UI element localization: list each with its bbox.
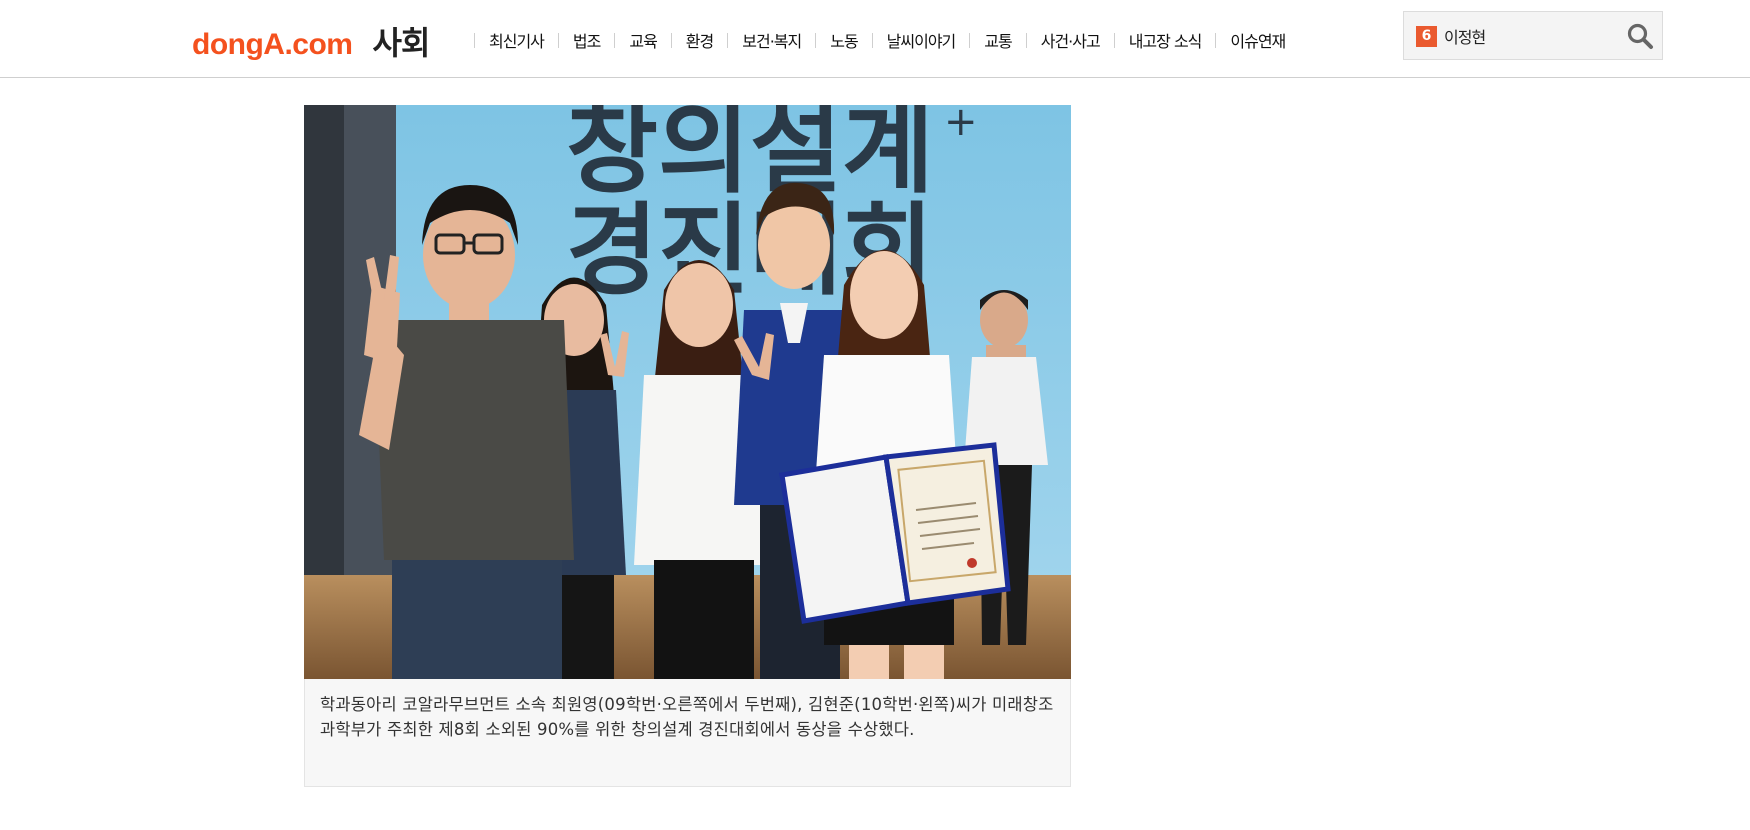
nav-link-issue-series[interactable]: 이슈연재 <box>1230 28 1286 52</box>
logo-brand-text: dongA.com <box>192 28 353 61</box>
search-button[interactable] <box>1626 22 1654 50</box>
nav-link-health-welfare[interactable]: 보건·복지 <box>742 28 802 52</box>
svg-text:+: + <box>944 105 978 145</box>
nav-link-incidents[interactable]: 사건·사고 <box>1041 28 1101 52</box>
nav-divider <box>969 32 971 48</box>
nav-divider <box>670 32 672 48</box>
nav-item-incidents: 사건·사고 <box>1012 28 1101 52</box>
section-title: 사회 <box>372 24 431 62</box>
nav-divider <box>1025 32 1027 48</box>
nav-link-weather[interactable]: 날씨이야기 <box>887 28 957 52</box>
nav-item-latest: 최신기사 <box>460 28 545 52</box>
nav-divider <box>557 32 559 48</box>
nav-link-local-news[interactable]: 내고장 소식 <box>1129 28 1203 52</box>
nav-link-traffic[interactable]: 교통 <box>984 28 1012 52</box>
article-photo: 창의설계 경진대회 + <box>304 105 1071 679</box>
nav-item-issue-series: 이슈연재 <box>1201 28 1286 52</box>
nav-item-traffic: 교통 <box>955 28 1013 52</box>
nav-divider <box>474 32 475 48</box>
award-group-photo: 창의설계 경진대회 + <box>304 105 1071 679</box>
search-input[interactable] <box>1444 21 1614 51</box>
photo-caption: 학과동아리 코알라무브먼트 소속 최원영(09학번·오른쪽에서 두번째), 김현… <box>304 679 1071 787</box>
nav-divider <box>1215 32 1217 48</box>
section-nav: 최신기사 법조 교육 환경 보건·복지 노동 날씨이야기 교통 사건·사고 내고… <box>460 26 1286 54</box>
nav-item-weather: 날씨이야기 <box>858 28 956 52</box>
nav-item-labor: 노동 <box>801 28 859 52</box>
nav-item-environment: 환경 <box>657 28 714 52</box>
nav-item-law: 법조 <box>544 28 601 52</box>
nav-link-latest[interactable]: 최신기사 <box>489 28 545 52</box>
search-box: 6 <box>1403 11 1663 60</box>
nav-divider <box>1113 32 1115 48</box>
nav-item-health-welfare: 보건·복지 <box>713 28 802 52</box>
nav-link-labor[interactable]: 노동 <box>830 28 858 52</box>
site-logo[interactable]: dongA.com 사회 <box>192 18 431 64</box>
search-icon <box>1627 23 1653 49</box>
nav-item-local-news: 내고장 소식 <box>1100 28 1202 52</box>
article-figure: 창의설계 경진대회 + 학과동아리 코알라무브먼트 소속 최원영(09학번·오른… <box>304 105 1071 787</box>
nav-divider <box>614 32 616 48</box>
certificate-folder <box>779 442 1011 624</box>
nav-link-education[interactable]: 교육 <box>629 28 657 52</box>
site-header: dongA.com 사회 최신기사 법조 교육 환경 보건·복지 노동 날씨이야… <box>0 0 1750 78</box>
nav-link-law[interactable]: 법조 <box>573 28 601 52</box>
nav-divider <box>727 32 729 48</box>
nav-divider <box>871 32 873 48</box>
nav-link-environment[interactable]: 환경 <box>686 28 714 52</box>
trending-rank-badge: 6 <box>1416 26 1437 47</box>
nav-divider <box>815 32 817 48</box>
nav-item-education: 교육 <box>600 28 658 52</box>
